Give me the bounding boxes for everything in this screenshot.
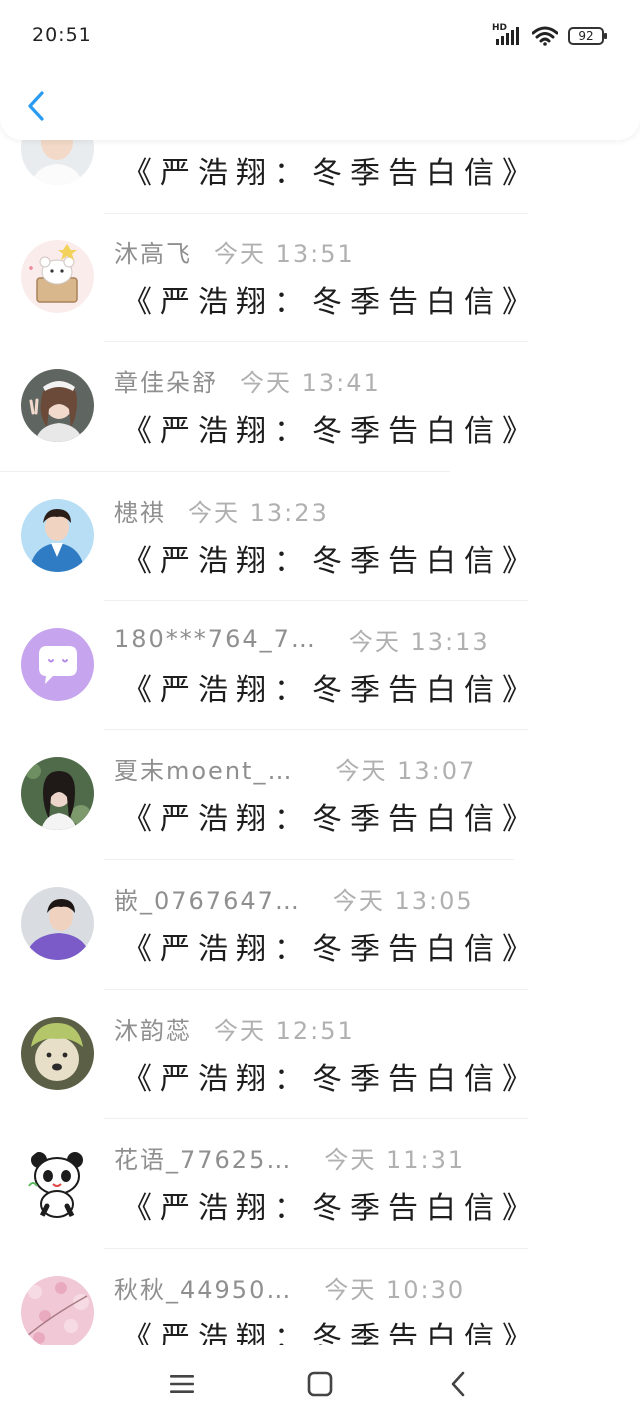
avatar-girl-peace-sign — [21, 369, 94, 442]
avatar-boy-blue-jacket — [21, 499, 94, 572]
list-item[interactable]: 章佳朵舒 今天 13:41 《严浩翔：冬季告白信》 — [0, 342, 640, 472]
user-name[interactable]: 槵祺 — [114, 493, 166, 528]
avatar[interactable] — [21, 887, 94, 960]
comment-time: 今天 12:51 — [214, 1016, 355, 1045]
list-item[interactable]: 嵌_0767647… 今天 13:05 《严浩翔：冬季告白信》 — [0, 860, 640, 990]
battery-icon: 92 — [568, 27, 607, 45]
user-name[interactable]: 夏末moent_… — [114, 751, 293, 786]
avatar-dog-green-hat — [21, 1017, 94, 1090]
list-item[interactable]: 沐韵蕊 今天 12:51 《严浩翔：冬季告白信》 — [0, 990, 640, 1120]
menu-button[interactable] — [164, 1369, 200, 1399]
avatar-girl-green-background — [21, 757, 94, 830]
message-text: 《严浩翔：冬季告白信》 — [122, 1321, 540, 1345]
user-name[interactable]: 章佳朵舒 — [114, 363, 218, 398]
avatar[interactable] — [21, 628, 94, 701]
list-item[interactable]: 秋秋_44950… 今天 10:30 《严浩翔：冬季告白信》 — [0, 1249, 640, 1345]
home-button[interactable] — [302, 1369, 338, 1399]
comment-time: 今天 13:23 — [188, 498, 329, 527]
system-back-button[interactable] — [440, 1369, 476, 1399]
avatar-boy-purple-shirt — [21, 887, 94, 960]
message-text: 《严浩翔：冬季告白信》 — [122, 414, 540, 449]
status-icons: HD 92 — [492, 23, 607, 48]
avatar[interactable] — [21, 1146, 94, 1219]
message-text: 《严浩翔：冬季告白信》 — [122, 673, 540, 708]
chevron-left-icon — [26, 90, 46, 122]
comment-meta: 秋秋_44950… 今天 10:30 — [114, 1270, 466, 1305]
user-name[interactable]: 嵌_0767647… — [114, 881, 301, 916]
list-item[interactable]: 花语_77625… 今天 11:31 《严浩翔：冬季告白信》 — [0, 1119, 640, 1249]
user-name[interactable]: 沐韵蕊 — [114, 1011, 192, 1046]
user-name[interactable]: 秋秋_44950… — [114, 1270, 292, 1305]
comment-time: 今天 10:30 — [324, 1275, 466, 1304]
wifi-icon — [531, 26, 559, 46]
message-text: 《严浩翔：冬季告白信》 — [122, 932, 540, 967]
comment-meta: 沐高飞 今天 13:51 — [114, 234, 355, 269]
comment-meta: 沐韵蕊 今天 12:51 — [114, 1011, 355, 1046]
avatar[interactable] — [21, 499, 94, 572]
list-item[interactable]: 夏末moent_… 今天 13:07 《严浩翔：冬季告白信》 — [0, 730, 640, 860]
avatar[interactable] — [21, 369, 94, 442]
message-text: 《严浩翔：冬季告白信》 — [122, 1062, 540, 1097]
comment-meta: 180***764_7… 今天 13:13 — [114, 623, 490, 656]
avatar-pink-blossoms — [21, 1276, 94, 1345]
comment-time: 今天 13:41 — [240, 368, 381, 397]
home-square-icon — [307, 1371, 333, 1397]
comment-time: 今天 13:51 — [214, 239, 355, 268]
message-text: 《严浩翔：冬季告白信》 — [122, 802, 540, 837]
signal-icon: HD — [492, 23, 522, 46]
list-item[interactable]: 180***764_7… 今天 13:13 《严浩翔：冬季告白信》 — [0, 601, 640, 731]
avatar-cartoon-bear-box — [21, 240, 94, 313]
back-button[interactable] — [18, 84, 54, 128]
back-triangle-icon — [448, 1371, 468, 1397]
list-item[interactable]: 沐高飞 今天 13:51 《严浩翔：冬季告白信》 — [0, 213, 640, 343]
comment-time: 今天 11:31 — [324, 1145, 466, 1174]
comment-meta: 花语_77625… 今天 11:31 — [114, 1140, 466, 1175]
comment-list[interactable]: 《严浩翔：冬季告白信》 沐高飞 今天 13:51 《严浩翔：冬季告白信》 章佳朵… — [0, 0, 640, 1345]
user-name[interactable]: 花语_77625… — [114, 1140, 292, 1175]
avatar[interactable] — [21, 757, 94, 830]
comment-meta: 章佳朵舒 今天 13:41 — [114, 363, 381, 398]
avatar[interactable] — [21, 1276, 94, 1345]
avatar-cartoon-panda — [21, 1146, 94, 1219]
list-item[interactable]: 槵祺 今天 13:23 《严浩翔：冬季告白信》 — [0, 472, 640, 602]
user-name[interactable]: 沐高飞 — [114, 234, 192, 269]
status-time: 20:51 — [32, 24, 92, 46]
comment-meta: 夏末moent_… 今天 13:07 — [114, 751, 477, 786]
status-bar: 20:51 HD 92 — [0, 0, 640, 70]
system-nav-bar — [0, 1345, 640, 1423]
battery-level: 92 — [578, 29, 594, 43]
avatar[interactable] — [21, 1017, 94, 1090]
message-text: 《严浩翔：冬季告白信》 — [122, 544, 540, 579]
avatar-purple-chat-bubble — [21, 628, 94, 701]
comment-meta: 槵祺 今天 13:23 — [114, 493, 329, 528]
avatar[interactable] — [21, 240, 94, 313]
comment-meta: 嵌_0767647… 今天 13:05 — [114, 881, 474, 916]
comment-time: 今天 13:07 — [335, 756, 477, 785]
message-text: 《严浩翔：冬季告白信》 — [122, 156, 540, 191]
message-text: 《严浩翔：冬季告白信》 — [122, 1191, 540, 1226]
comment-time: 今天 13:13 — [348, 627, 490, 656]
comment-time: 今天 13:05 — [332, 886, 474, 915]
menu-icon — [169, 1373, 195, 1395]
message-text: 《严浩翔：冬季告白信》 — [122, 285, 540, 320]
user-name[interactable]: 180***764_7… — [114, 625, 317, 653]
